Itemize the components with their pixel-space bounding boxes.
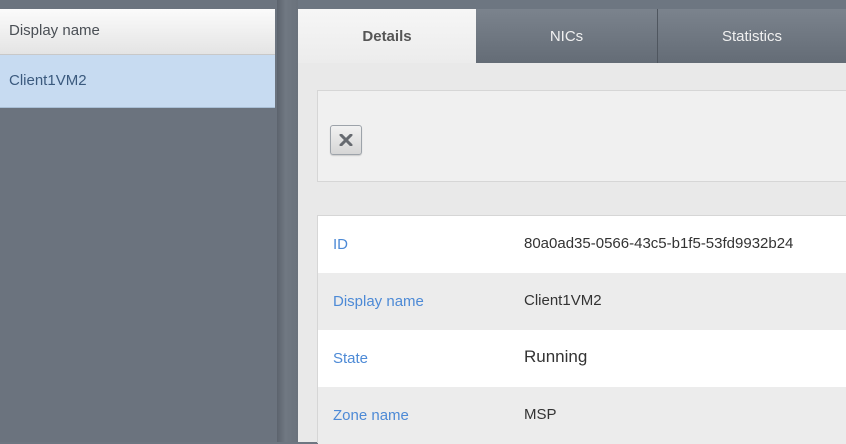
vm-list-panel: Display name Client1VM2 [0,0,278,442]
tab-nics[interactable]: NICs [476,9,658,63]
detail-value: Running [524,347,588,366]
tab-bar: Details NICs Statistics [298,9,846,63]
detail-value: Client1VM2 [524,292,602,309]
list-column-header[interactable]: Display name [0,9,275,55]
detail-label: Zone name [333,407,409,424]
detail-row-id: ID 80a0ad35-0566-43c5-b1f5-53fd9932b24 [318,216,846,273]
detail-label: ID [333,236,348,253]
detail-row-display-name: Display name Client1VM2 [318,273,846,330]
detail-label: State [333,350,369,367]
list-column-header-label: Display name [9,22,100,39]
remove-button[interactable] [330,125,362,155]
detail-label: Display name [333,293,424,310]
detail-row-zone-name: Zone name MSP [318,387,846,444]
detail-row-state: State Running [318,330,846,387]
detail-value: 80a0ad35-0566-43c5-b1f5-53fd9932b24 [524,235,794,252]
detail-panel: Details NICs Statistics ID 80a0ad35-0566… [298,9,846,444]
panel-divider[interactable] [277,0,298,442]
tab-statistics[interactable]: Statistics [658,9,846,63]
x-icon [339,134,353,146]
details-table: ID 80a0ad35-0566-43c5-b1f5-53fd9932b24 D… [317,215,846,444]
list-item-selected[interactable]: Client1VM2 [0,55,275,108]
action-toolbar [317,90,846,182]
list-item-label: Client1VM2 [9,72,87,89]
tab-details[interactable]: Details [298,9,477,63]
detail-value: MSP [524,406,557,423]
